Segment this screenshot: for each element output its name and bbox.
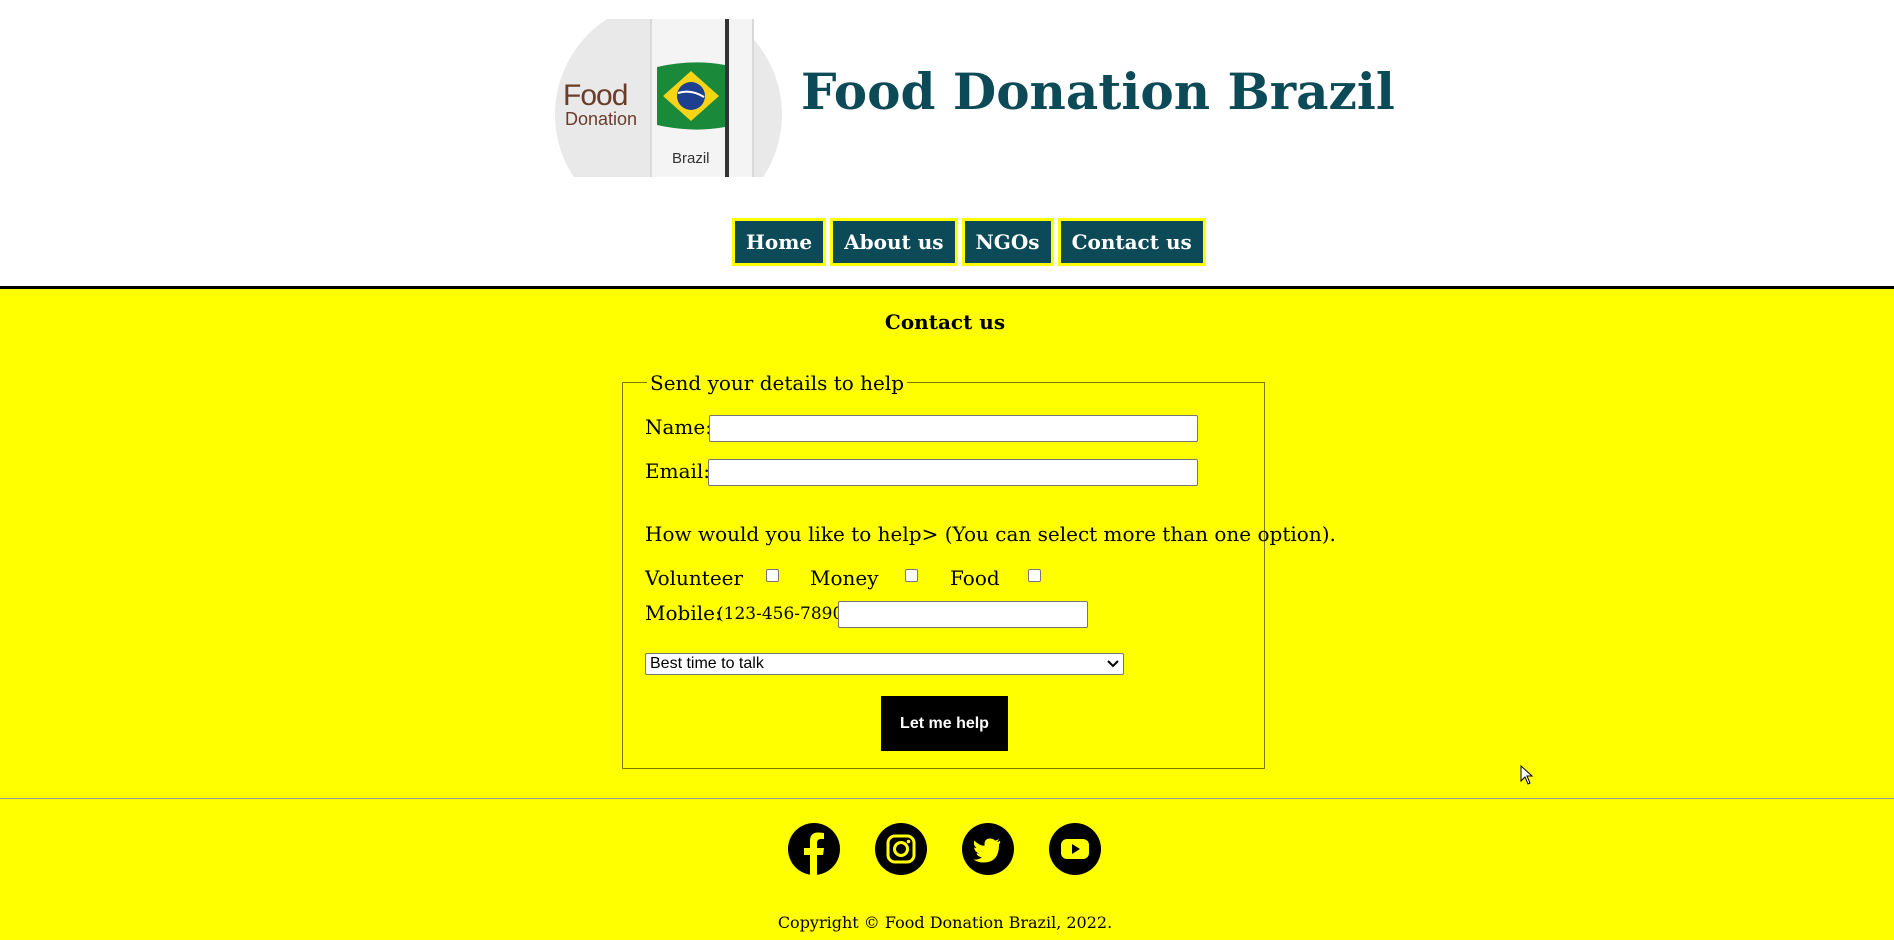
- logo-text-food: Food: [563, 79, 628, 112]
- social-links: [788, 823, 1101, 875]
- copyright-text: Copyright © Food Donation Brazil, 2022.: [777, 913, 1113, 932]
- site-logo[interactable]: Food Donation Brazil: [555, 19, 782, 177]
- flag-pole: [725, 19, 729, 177]
- help-question: How would you like to help> (You can sel…: [645, 522, 1336, 546]
- email-field[interactable]: [708, 459, 1198, 486]
- option-label-food: Food: [950, 566, 1000, 590]
- best-time-select[interactable]: Best time to talk: [645, 653, 1124, 675]
- mouse-cursor-icon: [1520, 765, 1534, 785]
- site-header: Food Donation Brazil Food Donation Brazi…: [0, 0, 1894, 286]
- nav-item-home[interactable]: Home: [732, 218, 827, 266]
- checkbox-volunteer[interactable]: [766, 569, 779, 582]
- option-label-money: Money: [810, 566, 879, 590]
- best-time-selected: Best time to talk: [650, 655, 764, 672]
- brazil-flag-icon: [657, 62, 725, 130]
- name-label: Name:: [645, 415, 712, 439]
- nav-item-ngos[interactable]: NGOs: [961, 218, 1054, 266]
- nav-item-about-us[interactable]: About us: [830, 218, 958, 266]
- submit-button[interactable]: Let me help: [881, 696, 1008, 751]
- mobile-format-hint: (123-456-7890): [717, 604, 850, 624]
- nav-item-contact-us[interactable]: Contact us: [1057, 218, 1206, 266]
- main-nav: Home About us NGOs Contact us: [732, 218, 1206, 266]
- chevron-down-icon: [1107, 660, 1119, 668]
- twitter-icon[interactable]: [962, 823, 1014, 875]
- instagram-icon[interactable]: [875, 823, 927, 875]
- mobile-field[interactable]: [838, 601, 1088, 628]
- youtube-icon[interactable]: [1049, 823, 1101, 875]
- section-heading: Contact us: [884, 310, 1006, 334]
- footer-divider: [0, 798, 1894, 799]
- contact-section: Contact us Send your details to help Nam…: [0, 286, 1894, 940]
- mobile-label: Mobile:: [645, 601, 722, 625]
- logo-text-donation: Donation: [565, 109, 638, 129]
- logo-text-brazil: Brazil: [672, 150, 710, 167]
- email-label: Email:: [645, 459, 711, 483]
- form-legend: Send your details to help: [647, 371, 908, 395]
- contact-form: Send your details to help Name: Email: H…: [622, 371, 1336, 769]
- site-title: Food Donation Brazil: [801, 62, 1395, 121]
- name-field[interactable]: [709, 415, 1198, 442]
- option-label-volunteer: Volunteer: [645, 566, 744, 590]
- checkbox-food[interactable]: [1028, 569, 1041, 582]
- facebook-icon[interactable]: [788, 823, 840, 875]
- checkbox-money[interactable]: [905, 569, 918, 582]
